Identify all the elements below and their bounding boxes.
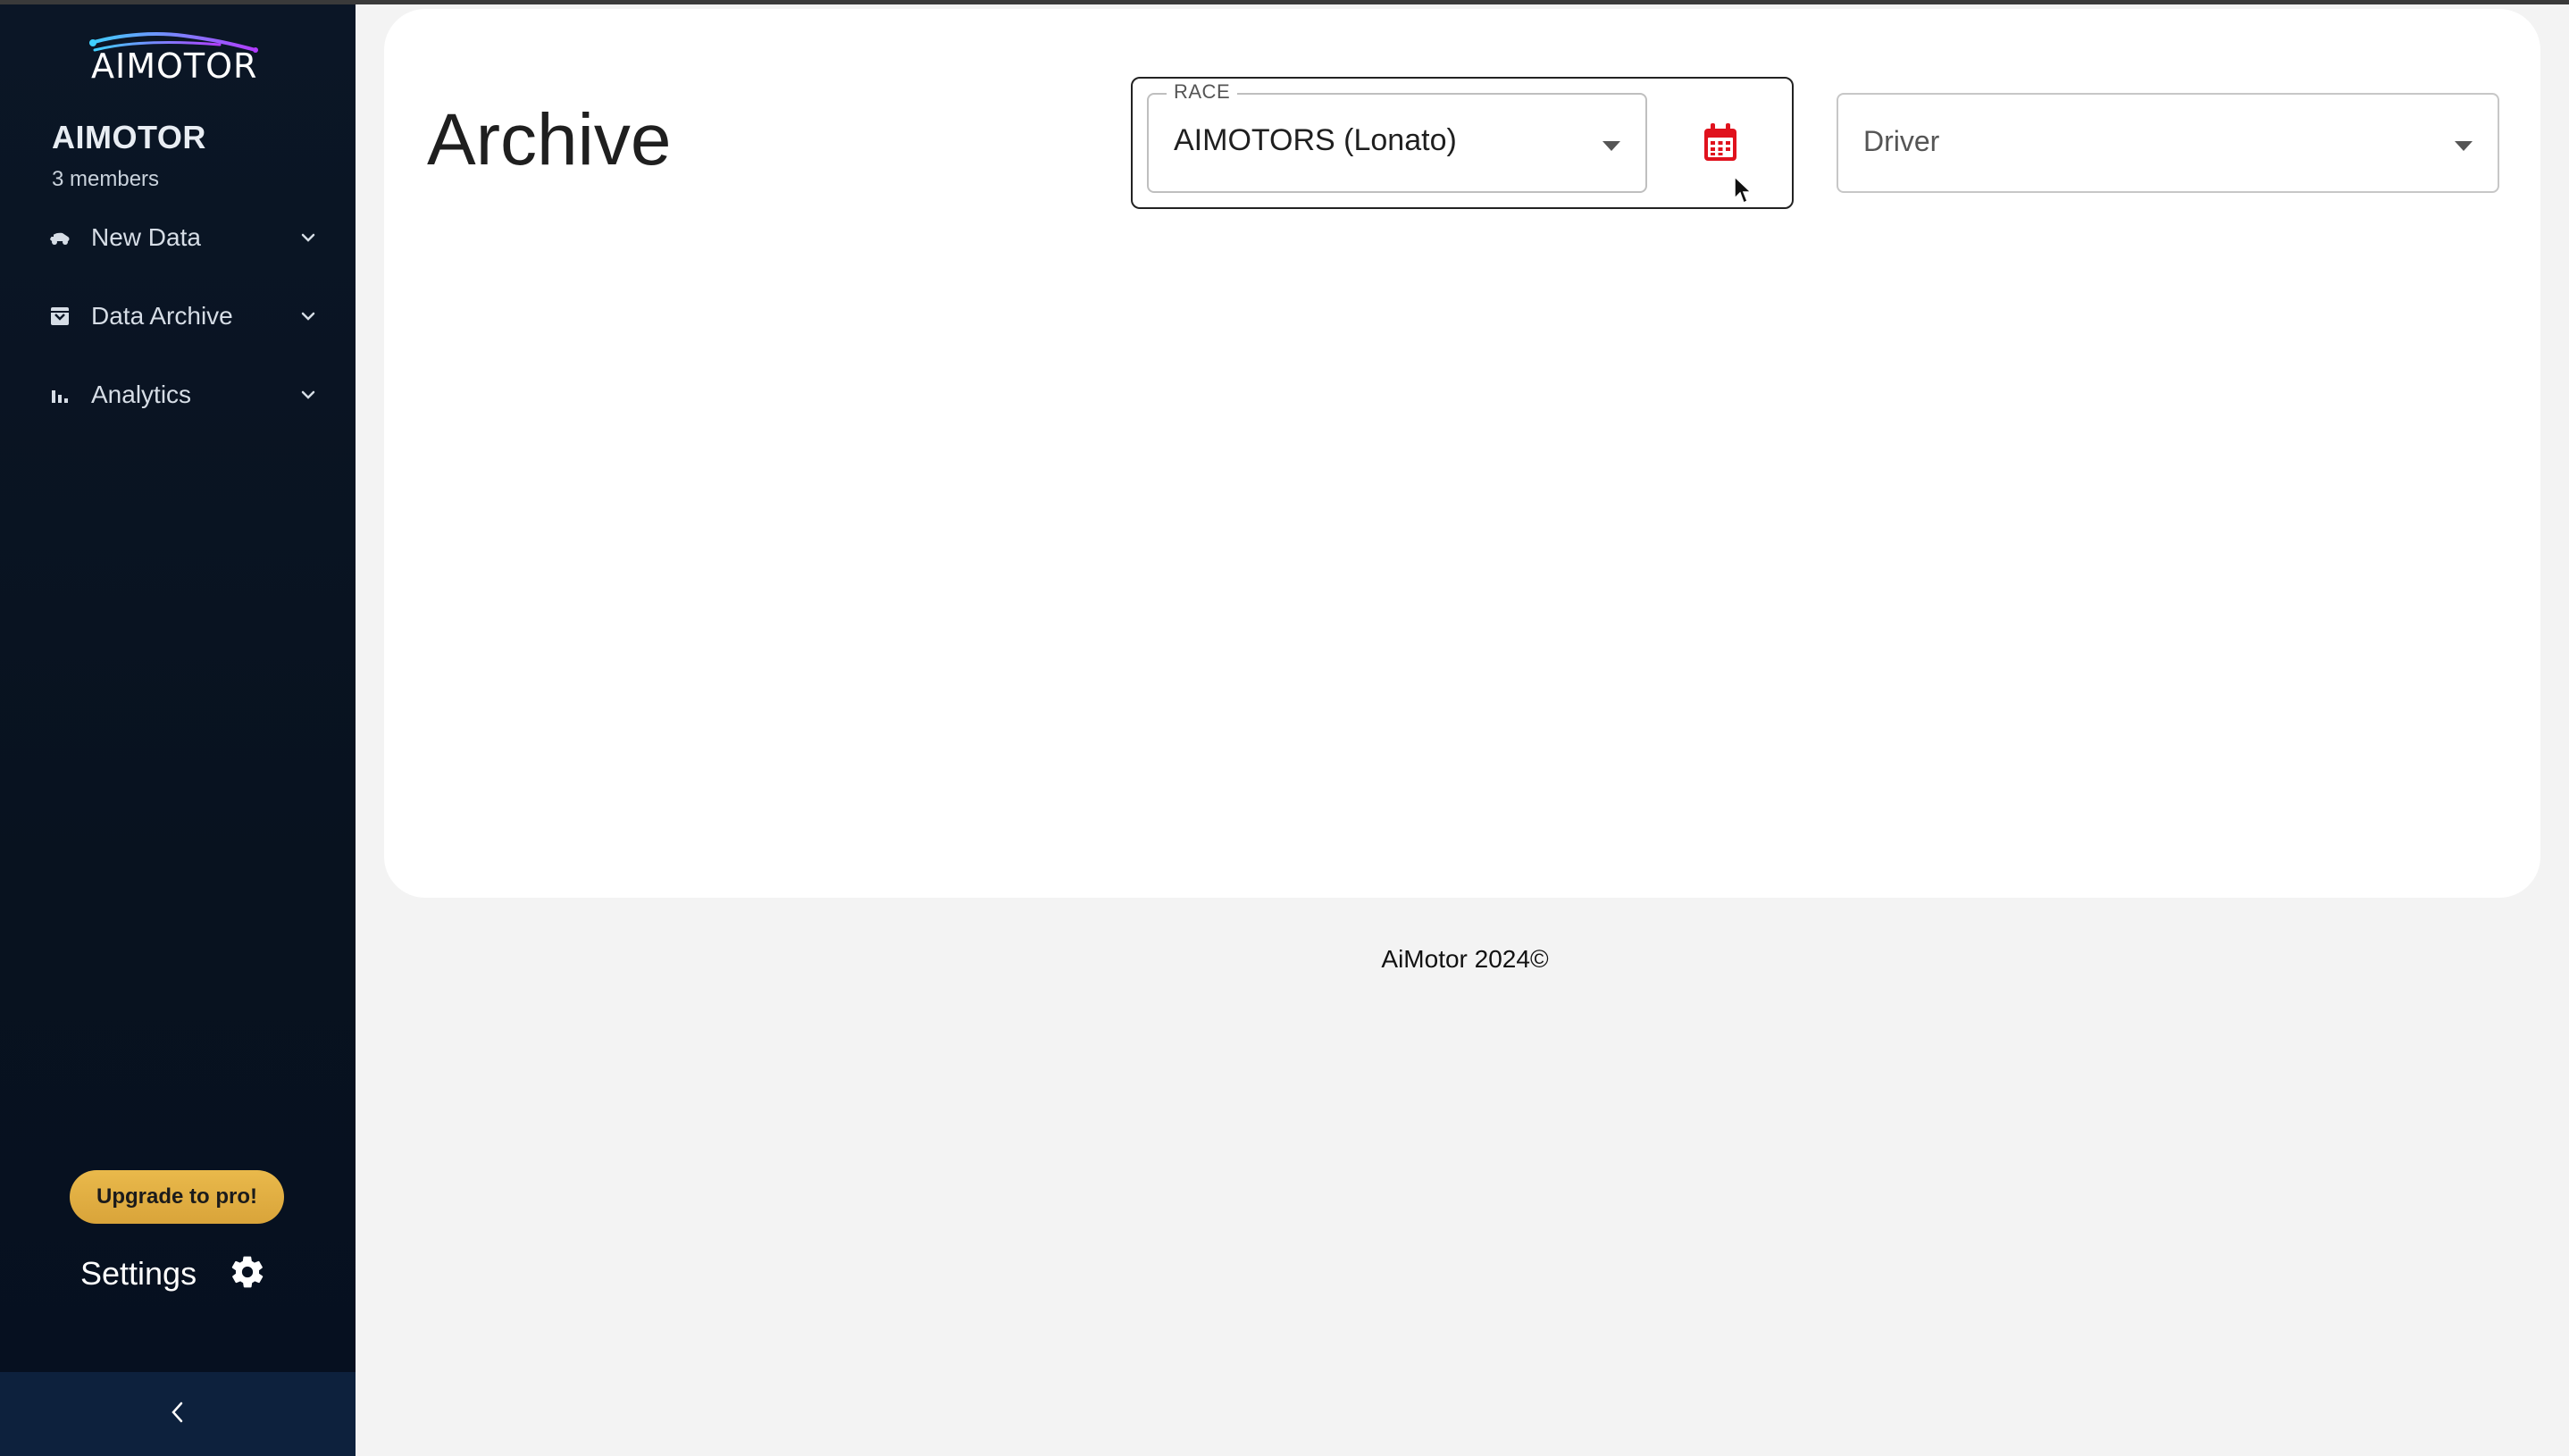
- calendar-icon: [1704, 123, 1736, 161]
- aimotor-logo[interactable]: AIMOTOR: [86, 30, 264, 86]
- caret-down-icon: [1602, 141, 1620, 151]
- chevron-down-icon: [295, 381, 322, 408]
- settings-button[interactable]: Settings: [80, 1249, 266, 1299]
- settings-label: Settings: [80, 1255, 197, 1292]
- mouse-cursor-icon: [1733, 175, 1753, 205]
- organization-members-count: 3 members: [52, 167, 160, 191]
- window-top-bar: [0, 0, 2569, 4]
- calendar-button[interactable]: [1703, 123, 1738, 163]
- sidebar-collapse-button[interactable]: [0, 1372, 356, 1456]
- sidebar-item-data-archive[interactable]: Data Archive: [45, 289, 322, 343]
- race-select-label: RACE: [1167, 80, 1238, 104]
- sidebar-item-new-data[interactable]: New Data: [45, 211, 322, 264]
- archive-icon: [45, 301, 75, 331]
- chevron-down-icon: [295, 303, 322, 330]
- organization-name: AIMOTOR: [52, 119, 206, 155]
- upgrade-to-pro-button[interactable]: Upgrade to pro!: [70, 1170, 284, 1224]
- car-icon: [45, 222, 75, 253]
- sidebar-item-label: Analytics: [91, 381, 192, 408]
- logo-text: AIMOTOR: [91, 46, 258, 86]
- sidebar-item-label: New Data: [91, 223, 201, 251]
- driver-select[interactable]: Driver: [1837, 93, 2499, 193]
- race-select[interactable]: AIMOTORS (Lonato): [1147, 93, 1647, 193]
- driver-select-placeholder: Driver: [1863, 125, 1940, 157]
- caret-down-icon: [2455, 141, 2473, 151]
- chevron-down-icon: [295, 224, 322, 251]
- sidebar-item-analytics[interactable]: Analytics: [45, 368, 322, 422]
- race-select-value: AIMOTORS (Lonato): [1174, 123, 1457, 157]
- gear-icon: [229, 1253, 266, 1295]
- bar-chart-icon: [45, 380, 75, 410]
- sidebar: AIMOTOR AIMOTOR 3 members New Data Data …: [0, 0, 356, 1456]
- page-title: Archive: [427, 99, 672, 180]
- sidebar-item-label: Data Archive: [91, 302, 233, 330]
- chevron-left-icon: [169, 1400, 187, 1429]
- footer-copyright: AiMotor 2024©: [1381, 945, 1549, 973]
